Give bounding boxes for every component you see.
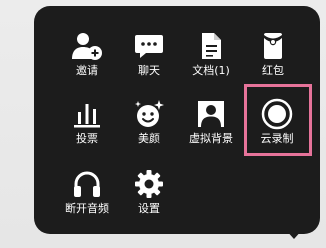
- menu-item-label: 虚拟背景: [189, 132, 233, 145]
- menu-item-disconnect-audio[interactable]: 断开音频: [57, 158, 117, 220]
- person-background-icon: [195, 98, 227, 130]
- chat-bubble-icon: [133, 30, 165, 62]
- red-packet-icon: [257, 30, 289, 62]
- screen: 邀请 聊天 文档(1) 红包 投票 美颜 虚拟背景 云录制 断开音频 设置: [0, 0, 326, 248]
- menu-item-virtual-bg[interactable]: 虚拟背景: [181, 88, 241, 150]
- menu-item-red-packet[interactable]: 红包: [243, 20, 303, 82]
- gear-icon: [133, 168, 165, 200]
- menu-item-settings[interactable]: 设置: [119, 158, 179, 220]
- menu-item-chat[interactable]: 聊天: [119, 20, 179, 82]
- menu-item-label: 断开音频: [65, 202, 109, 215]
- menu-item-label: 美颜: [138, 132, 160, 145]
- menu-item-label: 文档(1): [192, 64, 230, 77]
- bar-chart-icon: [71, 98, 103, 130]
- menu-item-label: 红包: [262, 64, 284, 77]
- menu-item-cloud-record[interactable]: 云录制: [247, 88, 307, 150]
- menu-item-beauty[interactable]: 美颜: [119, 88, 179, 150]
- sparkle-face-icon: [133, 98, 165, 130]
- menu-item-label: 设置: [138, 202, 160, 215]
- headphones-icon: [71, 168, 103, 200]
- menu-item-label: 云录制: [260, 132, 294, 145]
- document-icon: [195, 30, 227, 62]
- menu-item-label: 投票: [76, 132, 98, 145]
- record-circle-icon: [261, 98, 293, 130]
- menu-item-docs[interactable]: 文档(1): [181, 20, 241, 82]
- menu-item-invite[interactable]: 邀请: [57, 20, 117, 82]
- menu-item-vote[interactable]: 投票: [57, 88, 117, 150]
- add-person-icon: [71, 30, 103, 62]
- menu-item-label: 聊天: [138, 64, 160, 77]
- menu-pointer-arrow: [285, 229, 303, 239]
- menu-item-label: 邀请: [76, 64, 98, 77]
